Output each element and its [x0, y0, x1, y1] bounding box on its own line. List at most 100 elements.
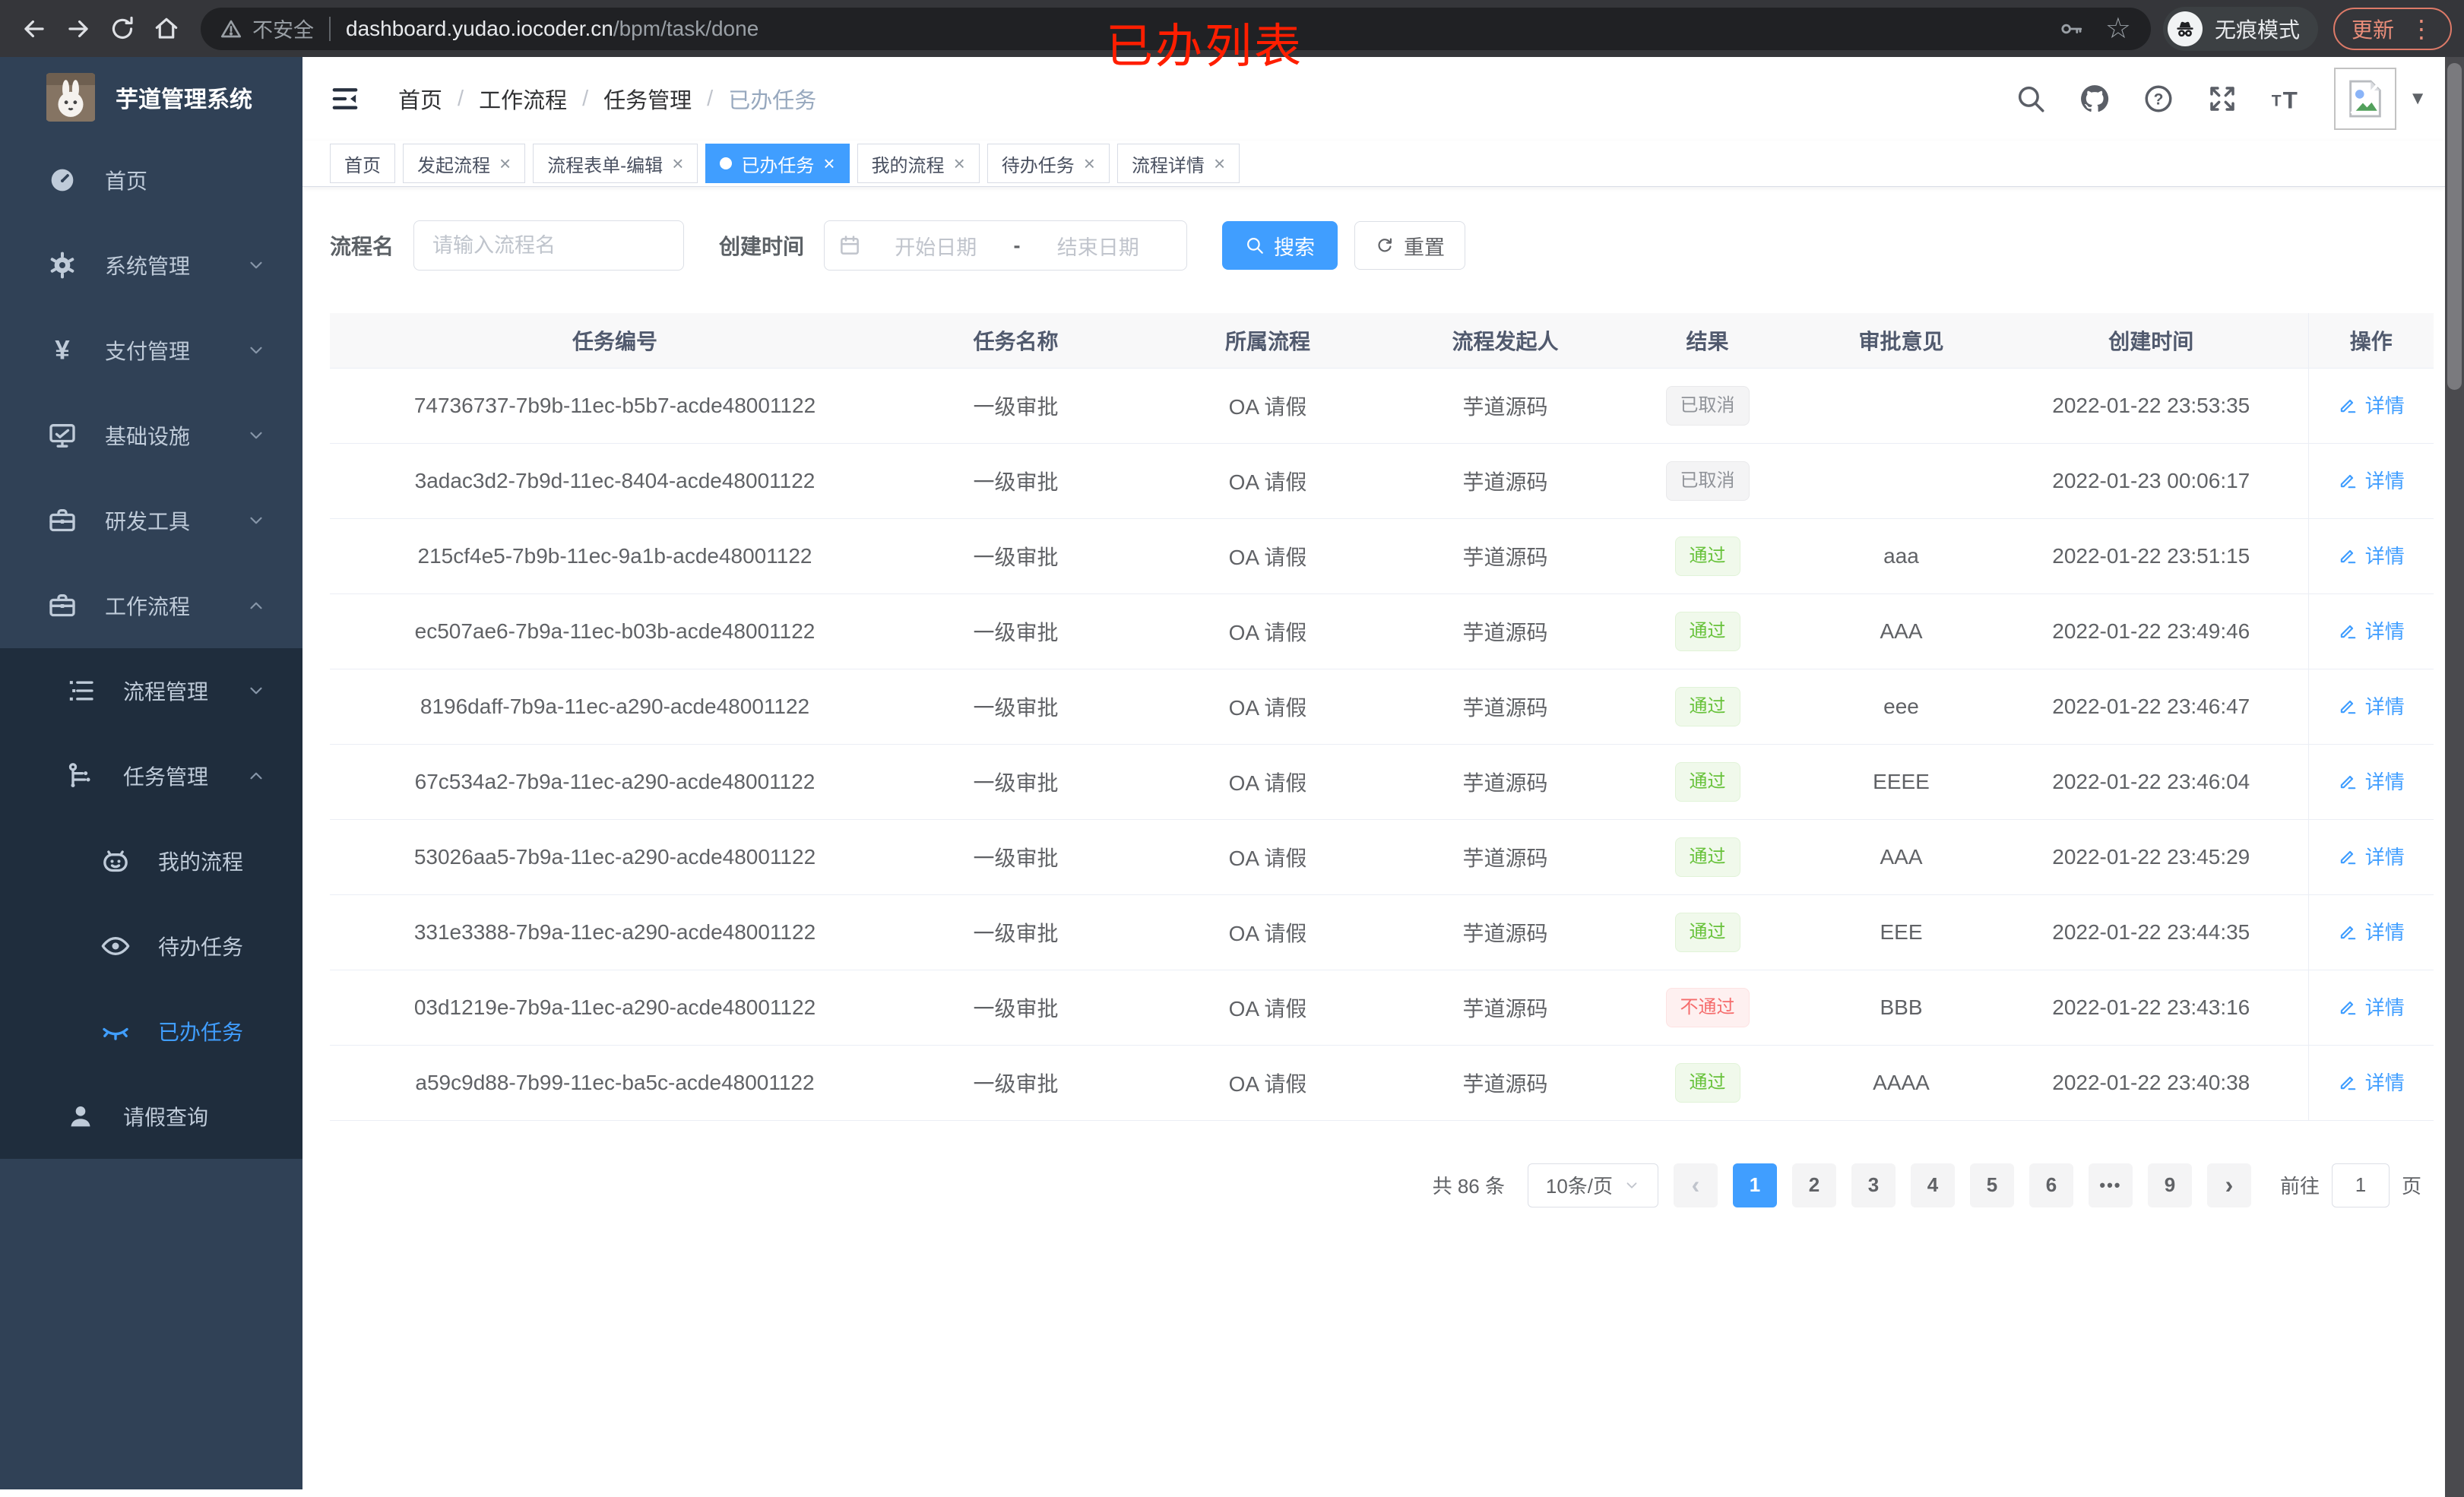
process-name-input[interactable]	[413, 220, 685, 271]
chevron-down-icon	[246, 426, 266, 445]
result-badge: 通过	[1674, 611, 1740, 651]
scrollbar-thumb[interactable]	[2447, 63, 2462, 390]
total-count: 共 86 条	[1432, 1175, 1505, 1198]
tab-流程详情[interactable]: 流程详情 ×	[1116, 144, 1240, 183]
column-header-操作: 操作	[2307, 313, 2434, 369]
browser-forward-button[interactable]	[56, 7, 100, 51]
sidebar-item-待办任务[interactable]: 待办任务	[0, 904, 302, 989]
table-row: 67c534a2-7b9a-11ec-a290-acde48001122 一级审批…	[330, 744, 2434, 820]
github-icon[interactable]	[2079, 83, 2111, 115]
sidebar-item-请假查询[interactable]: 请假查询	[0, 1074, 302, 1159]
breadcrumb-separator: /	[582, 86, 589, 111]
sidebar-item-已办任务[interactable]: 已办任务	[0, 989, 302, 1074]
user-icon	[65, 1101, 96, 1131]
browser-back-button[interactable]	[12, 7, 56, 51]
active-tab-dot	[720, 157, 733, 169]
tab-首页[interactable]: 首页	[330, 144, 395, 183]
sidebar-item-支付管理[interactable]: ¥ 支付管理	[0, 308, 302, 393]
sidebar-item-系统管理[interactable]: 系统管理	[0, 223, 302, 308]
page-button-1[interactable]: 1	[1732, 1163, 1777, 1207]
search-button-label: 搜索	[1274, 236, 1316, 259]
tab-发起流程[interactable]: 发起流程 ×	[403, 144, 526, 183]
sidebar-item-基础设施[interactable]: 基础设施	[0, 393, 302, 478]
detail-link[interactable]: 详情	[2338, 466, 2405, 494]
tab-close-icon[interactable]: ×	[823, 153, 835, 173]
breadcrumb-home[interactable]: 首页	[398, 83, 442, 115]
page-button-4[interactable]: 4	[1910, 1163, 1955, 1207]
search-icon[interactable]	[2015, 83, 2047, 115]
incognito-badge: 无痕模式	[2162, 6, 2318, 51]
page-size-select[interactable]: 10条/页	[1527, 1163, 1658, 1207]
page-button-3[interactable]: 3	[1851, 1163, 1896, 1207]
tab-close-icon[interactable]: ×	[1084, 153, 1095, 173]
detail-link[interactable]: 详情	[2338, 541, 2405, 569]
page-button-6[interactable]: 6	[2029, 1163, 2073, 1207]
date-range-picker[interactable]: 开始日期 - 结束日期	[824, 220, 1188, 271]
cell-result: 不通过	[1607, 970, 1808, 1046]
page-button-2[interactable]: 2	[1791, 1163, 1836, 1207]
collapse-sidebar-icon[interactable]	[330, 84, 360, 114]
avatar-caret-down-icon[interactable]: ▼	[2409, 88, 2427, 109]
detail-link[interactable]: 详情	[2338, 1068, 2405, 1096]
next-page-button[interactable]: ›	[2206, 1163, 2251, 1207]
goto-label: 前往	[2279, 1175, 2320, 1198]
detail-link[interactable]: 详情	[2338, 917, 2405, 945]
sidebar-item-我的流程[interactable]: 我的流程	[0, 818, 302, 904]
cell-name: 一级审批	[900, 819, 1132, 895]
tab-我的流程[interactable]: 我的流程 ×	[857, 144, 980, 183]
tab-label: 发起流程	[417, 155, 490, 176]
tab-close-icon[interactable]: ×	[499, 153, 511, 173]
edit-pencil-icon	[2338, 922, 2358, 942]
result-badge: 通过	[1674, 1062, 1740, 1103]
font-size-icon[interactable]: TT	[2270, 83, 2302, 115]
detail-link[interactable]: 详情	[2338, 842, 2405, 870]
cell-result: 通过	[1607, 593, 1808, 669]
prev-page-button[interactable]: ‹	[1673, 1163, 1718, 1207]
tab-close-icon[interactable]: ×	[1214, 153, 1225, 173]
detail-link[interactable]: 详情	[2338, 767, 2405, 795]
page-button-5[interactable]: 5	[1969, 1163, 2014, 1207]
sidebar-item-任务管理[interactable]: 任务管理	[0, 733, 302, 818]
edit-pencil-icon	[2338, 696, 2358, 716]
cell-result: 已取消	[1607, 443, 1808, 519]
help-icon[interactable]: ?	[2143, 83, 2174, 115]
breadcrumb-workflow[interactable]: 工作流程	[479, 83, 567, 115]
search-button[interactable]: 搜索	[1222, 221, 1338, 270]
sidebar-item-研发工具[interactable]: 研发工具	[0, 478, 302, 563]
browser-update-button[interactable]: 更新 ⋮	[2333, 7, 2452, 50]
detail-link[interactable]: 详情	[2338, 616, 2405, 644]
cell-result: 已取消	[1607, 368, 1808, 444]
cell-action: 详情	[2307, 1045, 2434, 1121]
tab-close-icon[interactable]: ×	[954, 153, 965, 173]
browser-home-button[interactable]	[144, 7, 188, 51]
reset-button[interactable]: 重置	[1354, 221, 1466, 270]
column-header-创建时间: 创建时间	[1994, 313, 2308, 369]
sidebar-item-工作流程[interactable]: 工作流程	[0, 563, 302, 648]
sidebar-item-流程管理[interactable]: 流程管理	[0, 648, 302, 733]
cell-action: 详情	[2307, 894, 2434, 970]
detail-link[interactable]: 详情	[2338, 992, 2405, 1021]
sidebar-logo[interactable]: 芋道管理系统	[0, 57, 302, 138]
detail-link[interactable]: 详情	[2338, 391, 2405, 419]
breadcrumb-task-manage[interactable]: 任务管理	[603, 83, 692, 115]
tab-流程表单-编辑[interactable]: 流程表单-编辑 ×	[533, 144, 698, 183]
breadcrumb-separator: /	[458, 86, 464, 111]
chevron-down-icon	[1623, 1177, 1640, 1194]
cell-opinion: AAA	[1808, 819, 1994, 895]
goto-page-input[interactable]	[2331, 1163, 2390, 1207]
tab-close-icon[interactable]: ×	[672, 153, 683, 173]
detail-link[interactable]: 详情	[2338, 692, 2405, 720]
page-ellipsis[interactable]: •••	[2088, 1163, 2133, 1207]
password-key-icon[interactable]	[2058, 16, 2084, 42]
bookmark-star-icon[interactable]: ☆	[2105, 14, 2131, 43]
page-button-9[interactable]: 9	[2147, 1163, 2192, 1207]
sidebar-item-首页[interactable]: 首页	[0, 138, 302, 223]
window-scrollbar[interactable]	[2445, 57, 2464, 1497]
tab-待办任务[interactable]: 待办任务 ×	[987, 144, 1110, 183]
browser-menu-dots-icon[interactable]: ⋮	[2409, 17, 2434, 41]
cell-created: 2022-01-22 23:40:38	[1994, 1045, 2308, 1121]
tab-已办任务[interactable]: 已办任务 ×	[705, 144, 850, 183]
avatar[interactable]	[2334, 68, 2397, 130]
fullscreen-icon[interactable]	[2206, 83, 2238, 115]
browser-reload-button[interactable]	[100, 7, 144, 51]
